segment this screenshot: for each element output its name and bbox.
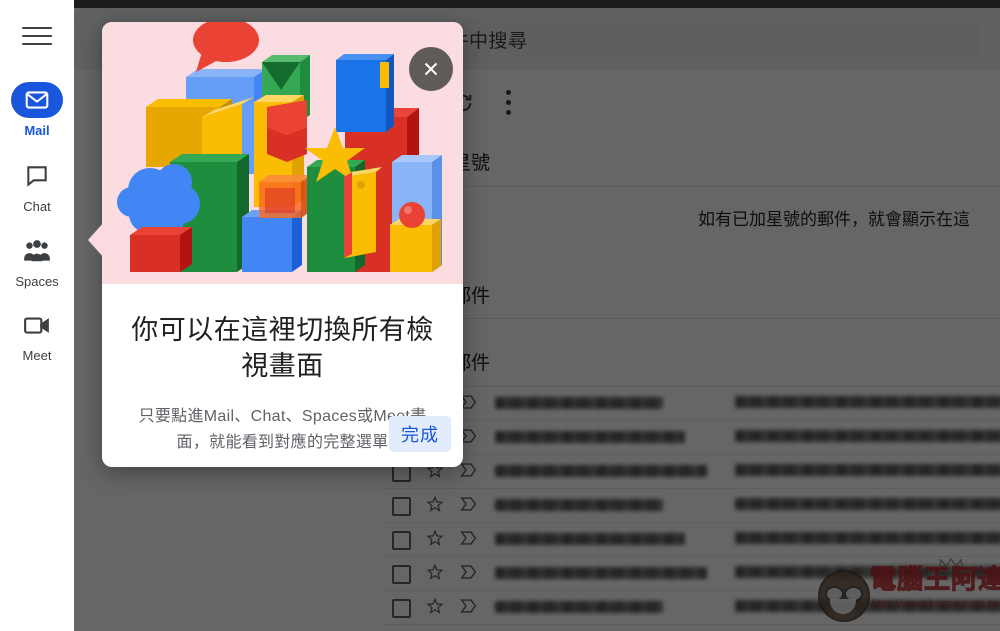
rail-label-spaces: Spaces: [15, 274, 59, 289]
mail-icon: [11, 82, 63, 118]
rail-item-meet[interactable]: Meet: [0, 307, 74, 362]
rail-label-mail: Mail: [24, 123, 50, 138]
blocks-illustration: [117, 22, 442, 272]
spaces-icon: [11, 233, 63, 269]
meet-icon: [11, 307, 63, 343]
rail-label-meet: Meet: [22, 348, 52, 363]
modal-scrim-top: [74, 0, 1000, 8]
hamburger-icon[interactable]: [22, 27, 52, 47]
coachmark-dialog: 你可以在這裡切換所有檢視畫面 只要點進Mail、Chat、Spaces或Meet…: [88, 22, 463, 467]
chat-icon: [11, 158, 63, 194]
left-nav-rail: Mail Chat Spaces Meet: [0, 0, 74, 631]
dialog-title: 你可以在這裡切換所有檢視畫面: [131, 315, 434, 381]
app-root: 郵件中搜尋 星號 如有已加星號的郵件，就會顯示在這 郵件 郵件: [0, 0, 1000, 631]
done-button[interactable]: 完成: [389, 416, 451, 452]
dialog-hero-illustration: [102, 22, 463, 284]
close-icon[interactable]: [409, 47, 453, 91]
rail-label-chat: Chat: [23, 199, 51, 214]
rail-item-spaces[interactable]: Spaces: [0, 233, 74, 288]
rail-item-mail[interactable]: Mail: [0, 82, 74, 137]
rail-item-chat[interactable]: Chat: [0, 158, 74, 213]
